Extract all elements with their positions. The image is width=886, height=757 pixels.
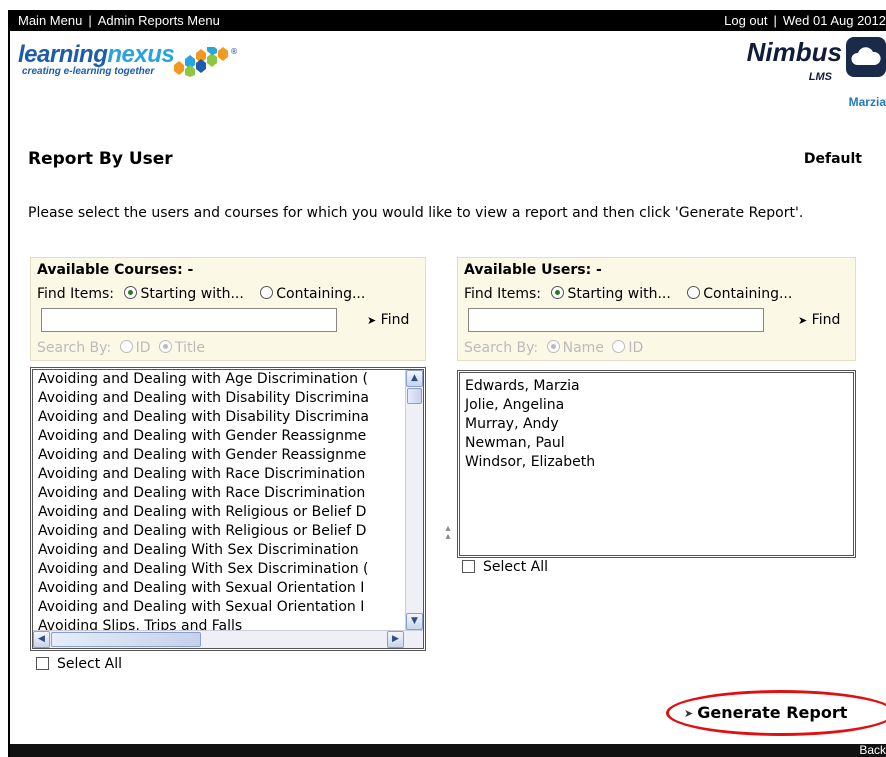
log-out-link[interactable]: Log out	[724, 13, 767, 28]
page-title: Report By User	[28, 149, 173, 169]
list-item[interactable]: Newman, Paul	[460, 434, 850, 453]
list-item[interactable]: Avoiding and Dealing with Gender Reassig…	[33, 446, 405, 465]
courses-list: Avoiding and Dealing with Age Discrimina…	[33, 370, 405, 636]
list-item[interactable]: Avoiding and Dealing With Sex Discrimina…	[33, 541, 405, 560]
users-search-by: Search By: Name ID	[464, 340, 644, 356]
courses-search-panel: Available Courses: - Find Items: Startin…	[30, 257, 426, 361]
checkbox-icon	[36, 657, 49, 670]
radio-selected-icon	[551, 286, 565, 299]
courses-find-button[interactable]: ➤ Find	[367, 312, 409, 328]
list-item[interactable]: Avoiding and Dealing with Religious or B…	[33, 522, 405, 541]
courses-search-by-title-radio: Title	[158, 340, 205, 356]
list-item[interactable]: Avoiding and Dealing with Race Discrimin…	[33, 465, 405, 484]
arrow-right-icon: ➤	[367, 314, 377, 327]
courses-containing-radio[interactable]: Containing...	[260, 286, 365, 302]
list-item[interactable]: Avoiding and Dealing with Age Discrimina…	[33, 370, 405, 389]
users-listbox[interactable]: Edwards, Marzia Jolie, Angelina Murray, An…	[457, 370, 856, 558]
courses-select-all[interactable]: Select All	[36, 656, 122, 672]
learningnexus-logo: learningnexus creating e-learning togeth…	[18, 41, 238, 77]
courses-panel-heading: Available Courses: -	[37, 262, 194, 278]
back-link[interactable]: Back	[859, 743, 886, 757]
arrow-right-icon: ➤	[684, 707, 694, 720]
list-item[interactable]: Jolie, Angelina	[460, 396, 850, 415]
users-panel-heading: Available Users: -	[464, 262, 602, 278]
default-link[interactable]: Default	[804, 151, 862, 167]
current-date: Wed 01 Aug 2012	[782, 13, 886, 28]
list-item[interactable]: Avoiding and Dealing with Religious or B…	[33, 503, 405, 522]
users-search-by-id-radio: ID	[612, 340, 643, 356]
double-chevron-icon: ▴ ▴	[445, 523, 451, 542]
users-search-panel: Available Users: - Find Items: Starting …	[457, 257, 856, 361]
list-item[interactable]: Windsor, Elizabeth	[460, 453, 850, 472]
radio-selected-icon	[124, 286, 138, 299]
scroll-left-icon[interactable]: ◀	[33, 631, 50, 648]
users-search-by-name-radio: Name	[546, 340, 604, 356]
courses-search-by: Search By: ID Title	[37, 340, 205, 356]
radio-empty-icon	[687, 286, 701, 299]
scroll-down-icon[interactable]: ▼	[406, 613, 423, 630]
footer-bar: Back	[10, 743, 886, 757]
list-item[interactable]: Avoiding and Dealing with Gender Reassig…	[33, 427, 405, 446]
courses-vscroll-thumb[interactable]	[407, 388, 422, 404]
main-menu-link[interactable]: Main Menu	[18, 13, 82, 28]
courses-starting-with-radio[interactable]: Starting with...	[124, 286, 244, 302]
courses-vertical-scrollbar[interactable]: ▲ ▼	[405, 370, 423, 630]
users-containing-radio[interactable]: Containing...	[687, 286, 792, 302]
radio-empty-icon	[260, 286, 274, 299]
list-item[interactable]: Avoiding and Dealing With Sex Discrimina…	[33, 560, 405, 579]
current-user-link[interactable]: Marzia	[849, 95, 886, 109]
users-starting-with-radio[interactable]: Starting with...	[551, 286, 671, 302]
courses-find-options: Find Items: Starting with... Containing.…	[37, 286, 366, 302]
list-item[interactable]: Murray, Andy	[460, 415, 850, 434]
admin-reports-menu-link[interactable]: Admin Reports Menu	[98, 13, 220, 28]
top-navigation-bar: Main Menu | Admin Reports Menu Log out | Wed…	[10, 10, 886, 31]
instructions-text: Please select the users and courses for …	[28, 205, 804, 221]
list-item[interactable]: Edwards, Marzia	[460, 377, 850, 396]
courses-search-input[interactable]	[41, 308, 337, 332]
users-select-all[interactable]: Select All	[462, 559, 548, 575]
svg-text:®: ®	[230, 47, 238, 56]
scroll-right-icon[interactable]: ▶	[387, 631, 404, 648]
checkbox-icon	[462, 560, 475, 573]
list-item[interactable]: Avoiding and Dealing with Disability Dis…	[33, 408, 405, 427]
generate-report-button[interactable]: ➤ Generate Report	[684, 703, 847, 722]
list-item[interactable]: Avoiding and Dealing with Race Discrimin…	[33, 484, 405, 503]
courses-hscroll-thumb[interactable]	[51, 632, 201, 647]
list-item[interactable]: Avoiding and Dealing with Disability Dis…	[33, 389, 405, 408]
app-frame: Main Menu | Admin Reports Menu Log out | Wed…	[8, 10, 886, 757]
courses-listbox[interactable]: Avoiding and Dealing with Age Discrimina…	[30, 367, 426, 651]
courses-search-by-id-radio: ID	[119, 340, 151, 356]
hexagon-logo-icon: ®	[174, 47, 238, 77]
users-search-input[interactable]	[468, 308, 764, 332]
nimbus-lms-logo: Nimbus LMS Marzia	[746, 37, 886, 109]
header: learningnexus creating e-learning togeth…	[10, 31, 886, 115]
list-item[interactable]: Avoiding and Dealing with Sexual Orienta…	[33, 579, 405, 598]
courses-horizontal-scrollbar[interactable]: ◀ ▶	[33, 630, 423, 648]
cloud-icon	[846, 37, 886, 77]
list-item[interactable]: Avoiding and Dealing with Sexual Orienta…	[33, 598, 405, 617]
users-list: Edwards, Marzia Jolie, Angelina Murray, An…	[460, 377, 850, 472]
users-find-button[interactable]: ➤ Find	[798, 312, 840, 328]
users-find-options: Find Items: Starting with... Containing.…	[464, 286, 793, 302]
arrow-right-icon: ➤	[798, 314, 808, 327]
scroll-up-icon[interactable]: ▲	[406, 370, 423, 387]
